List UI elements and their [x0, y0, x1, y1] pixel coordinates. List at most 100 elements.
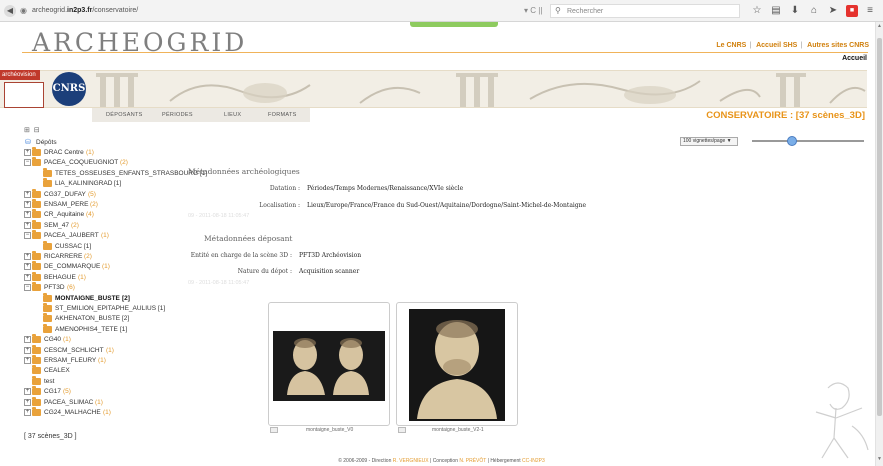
tree-item-count: (4) [86, 211, 94, 219]
tree-item-label: DRAC Centre [44, 149, 84, 156]
expand-icon[interactable]: + [24, 190, 31, 198]
site-identity-icon[interactable]: ◉ [20, 6, 30, 16]
expand-icon[interactable]: + [24, 263, 31, 271]
tree-item-count: (5) [63, 388, 71, 396]
scene-thumbnail-1[interactable] [268, 302, 390, 426]
folder-icon [32, 282, 41, 292]
banner-artwork [96, 73, 866, 107]
scroll-up-icon[interactable]: ▲ [876, 23, 883, 29]
thumb-size-slider[interactable] [752, 140, 864, 142]
bust-image-double [273, 331, 385, 401]
folder-icon [32, 375, 41, 385]
expand-icon[interactable]: + [24, 398, 31, 406]
cnrs-logo[interactable]: CNRS [52, 72, 86, 106]
thumb-caption-2[interactable]: montaigne_buste_V2-1 [432, 427, 484, 433]
tree-item-count: (1) [98, 357, 106, 364]
link-cnrs[interactable]: Le CNRS [716, 42, 746, 49]
collapse-icon[interactable]: − [24, 232, 31, 240]
scroll-thumb[interactable] [877, 38, 882, 416]
expand-icon[interactable]: + [24, 409, 31, 416]
tab-deposants[interactable]: Déposants [106, 108, 143, 122]
expand-icon[interactable]: + [24, 336, 31, 344]
partner-logos: archéovision CNRS [0, 70, 90, 110]
url-field[interactable]: archeogrid.in2p3.fr/conservatoire/ [32, 5, 542, 17]
tree-item-count: (1) [103, 409, 111, 416]
per-page-select[interactable]: 100 vignettes/page ▼ [680, 137, 738, 146]
folder-icon [32, 386, 41, 396]
expand-icon[interactable]: + [24, 149, 31, 156]
tree-item-count: (2) [71, 221, 79, 229]
folder-icon [32, 355, 41, 364]
download-icon[interactable]: ⬇ [789, 5, 801, 17]
tree-item-count: (1) [86, 149, 94, 156]
link-home[interactable]: Accueil [842, 55, 867, 62]
decorative-figure [815, 382, 869, 459]
tab-lieux[interactable]: Lieux [224, 108, 241, 122]
expand-icon[interactable]: + [24, 221, 31, 229]
localisation-value: Lieux/Europe/France/France du Sud-Ouest/… [307, 202, 587, 209]
folder-icon [32, 251, 41, 260]
link-accueil-shs[interactable]: Accueil SHS [756, 42, 797, 49]
home-icon[interactable]: ⌂ [808, 5, 820, 17]
folder-icon [32, 199, 41, 208]
folder-icon [32, 147, 41, 156]
folder-icon [32, 334, 41, 344]
expand-icon[interactable]: + [24, 388, 31, 396]
tree-item-label: ERSAM_FLEURY [44, 357, 97, 364]
expand-icon[interactable]: + [24, 211, 31, 219]
bust-image-single [409, 309, 505, 421]
send-icon[interactable]: ➤ [827, 5, 839, 17]
tree-item-count: (1) [106, 346, 114, 354]
tree-item-label: DE_COMMARQUE [44, 263, 101, 271]
archeovision-logo[interactable]: archéovision [0, 70, 40, 80]
collapse-icon[interactable]: − [24, 284, 31, 292]
addon-icon[interactable]: ■ [846, 5, 858, 17]
folder-icon [43, 292, 52, 302]
browser-search-input[interactable]: ⚲ Rechercher [550, 4, 740, 18]
scene-thumbnail-2[interactable] [396, 302, 518, 426]
tree-item-label: CG37_DUFAY [44, 190, 86, 198]
folder-icon [43, 167, 52, 177]
folder-icon [32, 157, 41, 167]
back-icon[interactable]: ◀ [4, 5, 16, 17]
star-icon[interactable]: ☆ [751, 5, 763, 17]
page-scrollbar[interactable]: ▲ ▼ [875, 22, 883, 466]
tree-item-label: CESCM_SCHLICHT [44, 346, 104, 354]
tree-item-count: (6) [67, 284, 75, 292]
scroll-down-icon[interactable]: ▼ [876, 456, 883, 462]
slider-handle[interactable] [787, 136, 798, 146]
tab-formats[interactable]: Formats [268, 108, 297, 122]
footer-link-direction[interactable]: R. VERGNIEUX [393, 458, 429, 464]
expand-icon[interactable]: + [24, 201, 31, 208]
expand-icon[interactable]: + [24, 357, 31, 364]
datation-label: Datation : [269, 185, 300, 192]
folder-icon [32, 396, 41, 406]
footer-link-hebergement[interactable]: CC-IN2P3 [522, 458, 545, 464]
tree-item-label: SEM_47 [44, 221, 69, 229]
expand-icon[interactable]: + [24, 273, 31, 281]
thumb-info-icon-1[interactable] [270, 427, 278, 433]
top-links: Le CNRS | Accueil SHS | Autres sites CNRS [716, 42, 869, 49]
expand-icon[interactable]: + [24, 253, 31, 260]
tree-expand-collapse[interactable]: ⊞ ⊟ [24, 126, 41, 134]
tree-item-label: TETES_OSSEUSES_ENFANTS_STRASBOURG [55, 169, 199, 177]
dep-meta-title: Métadonnées déposant [204, 234, 293, 243]
tree-item-label: CR_Aquitaine [44, 211, 85, 219]
page-title: CONSERVATOIRE : [37 scènes_3D] [706, 110, 865, 121]
collapse-icon[interactable]: − [24, 159, 31, 167]
tree-item-count: [1] [84, 242, 92, 250]
reading-list-icon[interactable]: ▤ [770, 5, 782, 17]
reload-icon[interactable]: ▾ C || [524, 5, 542, 17]
tree-item-count: [1] [114, 180, 122, 188]
expand-icon[interactable]: + [24, 346, 31, 354]
thumb-info-icon-2[interactable] [398, 427, 406, 433]
tree-item-label: CEALEX [44, 367, 70, 375]
link-autres-sites[interactable]: Autres sites CNRS [807, 42, 869, 49]
footer-link-conception[interactable]: N. PRÉVÔT [459, 458, 486, 464]
depot-root-icon: ⛁ [25, 139, 31, 146]
tab-periodes[interactable]: Périodes [162, 108, 193, 122]
folder-icon [32, 261, 41, 271]
menu-icon[interactable]: ≡ [864, 5, 876, 17]
tree-item-label: CUSSAC [55, 242, 83, 250]
thumb-caption-1[interactable]: montaigne_buste_V0 [306, 427, 353, 433]
